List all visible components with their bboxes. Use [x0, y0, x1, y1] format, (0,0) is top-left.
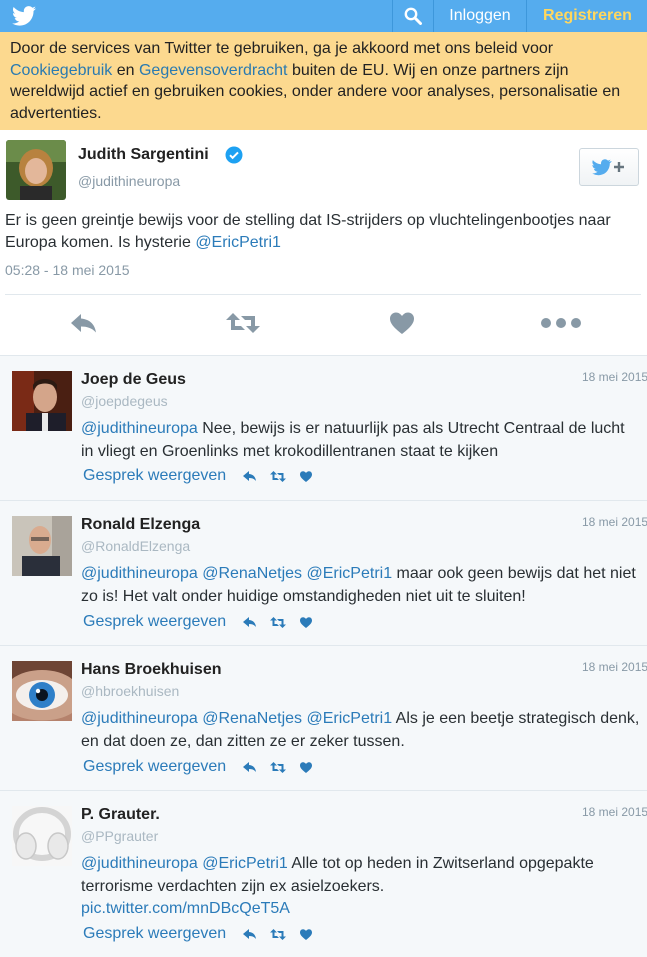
mention-link[interactable]: @judithineuropa @RenaNetjes @EricPetri1 — [81, 565, 392, 582]
twitter-bird-icon[interactable] — [12, 6, 36, 26]
reply-button[interactable] — [62, 308, 106, 338]
reply-actions: Gesprek weergeven — [83, 612, 326, 632]
reply-icon[interactable] — [242, 760, 258, 774]
reply-author-name[interactable]: Ronald Elzenga — [81, 516, 200, 534]
avatar-image — [6, 140, 66, 200]
reply-author-handle[interactable]: @joepdegeus — [81, 393, 168, 409]
retweet-button[interactable] — [221, 308, 265, 338]
divider — [5, 294, 641, 295]
cookie-banner: Door de services van Twitter te gebruike… — [0, 32, 647, 130]
main-tweet: Judith Sargentini @judithineuropa Er is … — [0, 130, 647, 355]
reply-text: @judithineuropa Nee, bewijs is er natuur… — [81, 418, 641, 463]
reply-actions: Gesprek weergeven — [83, 757, 326, 777]
reply-author-handle[interactable]: @RonaldElzenga — [81, 538, 190, 554]
mention-link[interactable]: @judithineuropa @RenaNetjes @EricPetri1 — [81, 710, 392, 727]
avatar-image — [12, 806, 72, 866]
more-button[interactable] — [539, 308, 583, 338]
banner-text: Door de services van Twitter te gebruike… — [10, 40, 554, 57]
heart-icon — [390, 312, 414, 334]
avatar[interactable] — [12, 806, 72, 866]
pic-link[interactable]: pic.twitter.com/mnDBcQeT5A — [81, 900, 290, 917]
view-conversation-link[interactable]: Gesprek weergeven — [83, 613, 226, 631]
reply-tweet: P. Grauter. @PPgrauter 18 mei 2015 @judi… — [0, 790, 647, 957]
data-transfer-link[interactable]: Gegevensoverdracht — [139, 62, 288, 79]
verified-badge-icon — [225, 146, 243, 164]
login-button[interactable]: Inloggen — [433, 0, 526, 32]
reply-text: @judithineuropa @RenaNetjes @EricPetri1 … — [81, 563, 641, 608]
cookie-policy-link[interactable]: Cookiegebruik — [10, 62, 112, 79]
reply-tweet: Joep de Geus @joepdegeus 18 mei 2015 @ju… — [0, 355, 647, 500]
reply-author-name[interactable]: Joep de Geus — [81, 371, 186, 389]
follow-button[interactable] — [579, 148, 639, 186]
reply-actions: Gesprek weergeven — [83, 466, 326, 486]
avatar-image — [12, 516, 72, 576]
mention-link[interactable]: @judithineuropa — [81, 420, 198, 437]
avatar[interactable] — [12, 661, 72, 721]
reply-date[interactable]: 18 mei 2015 — [582, 660, 647, 674]
retweet-icon[interactable] — [270, 469, 287, 483]
heart-icon[interactable] — [298, 927, 314, 941]
retweet-icon[interactable] — [270, 927, 287, 941]
search-icon — [404, 7, 422, 25]
reply-icon[interactable] — [242, 469, 258, 483]
reply-author-name[interactable]: Hans Broekhuisen — [81, 661, 221, 679]
follow-bird-icon — [592, 159, 624, 176]
reply-text: @judithineuropa @RenaNetjes @EricPetri1 … — [81, 708, 641, 753]
reply-tweet: Ronald Elzenga @RonaldElzenga 18 mei 201… — [0, 500, 647, 645]
tweet-text: Er is geen greintje bewijs voor de stell… — [5, 210, 635, 254]
reply-icon[interactable] — [242, 927, 258, 941]
top-bar: Inloggen Registreren — [0, 0, 647, 32]
view-conversation-link[interactable]: Gesprek weergeven — [83, 925, 226, 943]
avatar-image — [12, 371, 72, 431]
heart-icon[interactable] — [298, 469, 314, 483]
tweet-timestamp[interactable]: 05:28 - 18 mei 2015 — [5, 262, 130, 278]
author-handle[interactable]: @judithineuropa — [78, 173, 180, 189]
reply-author-handle[interactable]: @PPgrauter — [81, 828, 158, 844]
retweet-icon[interactable] — [270, 615, 287, 629]
reply-author-name[interactable]: P. Grauter. — [81, 806, 160, 824]
avatar[interactable] — [12, 516, 72, 576]
register-button[interactable]: Registreren — [526, 0, 647, 32]
view-conversation-link[interactable]: Gesprek weergeven — [83, 467, 226, 485]
like-button[interactable] — [380, 308, 424, 338]
avatar[interactable] — [6, 140, 66, 200]
search-button[interactable] — [392, 0, 433, 32]
retweet-icon — [226, 313, 260, 333]
heart-icon[interactable] — [298, 760, 314, 774]
reply-text: @judithineuropa @EricPetri1 Alle tot op … — [81, 853, 641, 921]
avatar-image — [12, 661, 72, 721]
reply-icon — [71, 314, 96, 333]
reply-author-handle[interactable]: @hbroekhuisen — [81, 683, 179, 699]
view-conversation-link[interactable]: Gesprek weergeven — [83, 758, 226, 776]
reply-icon[interactable] — [242, 615, 258, 629]
more-dots-icon — [541, 318, 581, 328]
mention-link[interactable]: @judithineuropa @EricPetri1 — [81, 855, 288, 872]
banner-text: en — [112, 61, 139, 79]
tweet-body: Er is geen greintje bewijs voor de stell… — [5, 212, 611, 251]
reply-actions: Gesprek weergeven — [83, 924, 326, 944]
heart-icon[interactable] — [298, 615, 314, 629]
avatar[interactable] — [12, 371, 72, 431]
retweet-icon[interactable] — [270, 760, 287, 774]
reply-date[interactable]: 18 mei 2015 — [582, 805, 647, 819]
author-name[interactable]: Judith Sargentini — [78, 146, 209, 164]
reply-tweet: Hans Broekhuisen @hbroekhuisen 18 mei 20… — [0, 645, 647, 790]
reply-date[interactable]: 18 mei 2015 — [582, 370, 647, 384]
mention-link[interactable]: @EricPetri1 — [195, 234, 281, 251]
reply-date[interactable]: 18 mei 2015 — [582, 515, 647, 529]
